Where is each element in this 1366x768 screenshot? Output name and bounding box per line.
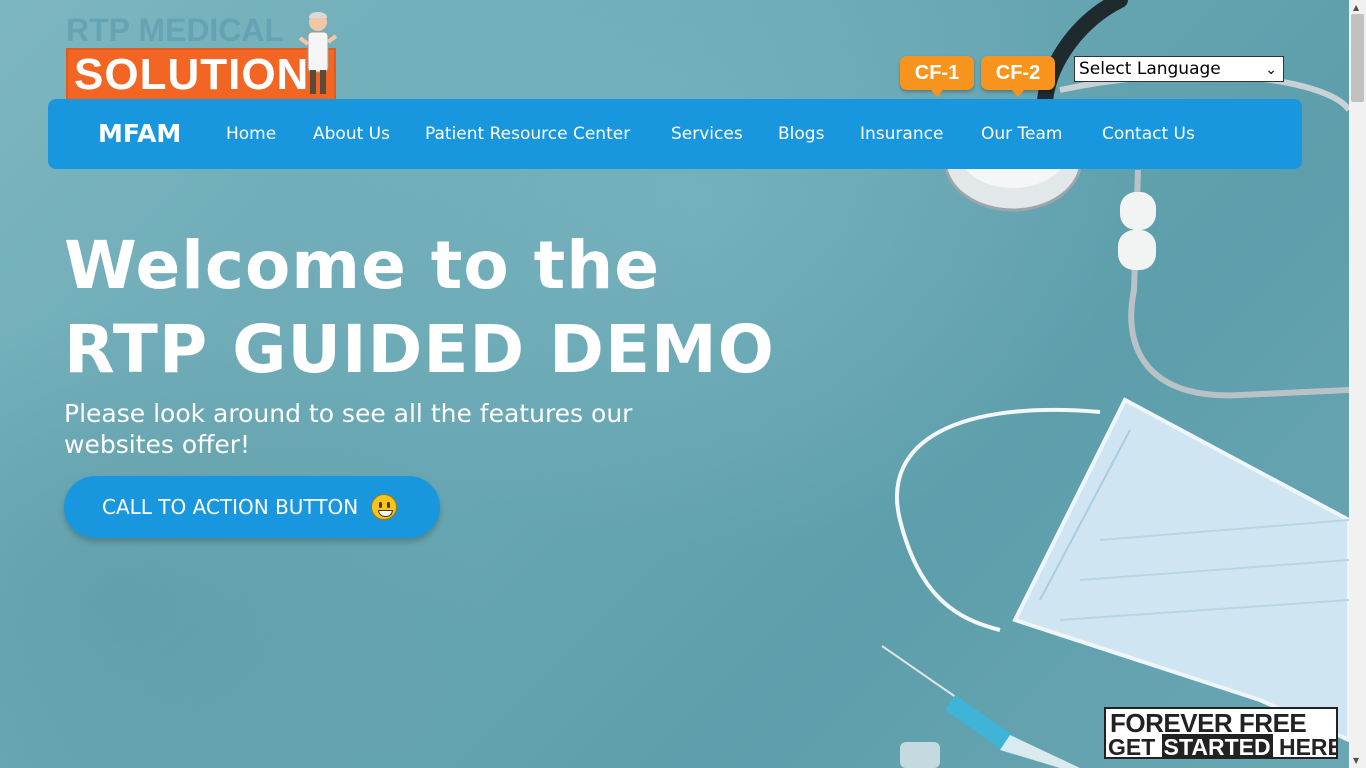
logo-top-text: RTP MEDICAL (66, 12, 285, 48)
promo-get: GET (1108, 734, 1156, 759)
nav-item-about-us[interactable]: About Us (313, 99, 390, 169)
page-scrollbar[interactable] (1349, 0, 1366, 768)
language-select[interactable]: Select Language ⌄ (1074, 56, 1284, 82)
hero-title-line2: RTP GUIDED DEMO (64, 311, 775, 388)
hero-title: Welcome to the RTP GUIDED DEMO (64, 224, 775, 392)
main-navbar: MFAM Home About Us Patient Resource Cent… (48, 99, 1302, 169)
nav-item-services[interactable]: Services (671, 99, 743, 169)
page-background: RTP MEDICAL SOLUTION CF-1 CF-2 Select La… (0, 0, 1349, 768)
promo-here: HERE (1278, 734, 1338, 759)
nav-item-contact-us[interactable]: Contact Us (1102, 99, 1195, 169)
promo-line1: FOREVER FREE (1110, 708, 1307, 738)
scroll-down-arrow-icon[interactable]: ▼ (1353, 756, 1359, 765)
cf2-badge[interactable]: CF-2 (981, 56, 1055, 97)
grinning-face-icon (370, 493, 397, 520)
nav-item-our-team[interactable]: Our Team (981, 99, 1062, 169)
logo-main-text: SOLUTION (74, 50, 310, 99)
cta-label: CALL TO ACTION BUTTON (102, 495, 359, 519)
chevron-down-icon: ⌄ (1265, 62, 1277, 78)
nav-item-blogs[interactable]: Blogs (778, 99, 824, 169)
nav-item-patient-resource-center[interactable]: Patient Resource Center (425, 99, 630, 169)
forever-free-banner[interactable]: FOREVER FREE GET STARTED HERE (1104, 707, 1338, 759)
site-logo[interactable]: RTP MEDICAL SOLUTION (66, 8, 338, 102)
doctor-mascot-icon (298, 12, 338, 94)
language-select-value: Select Language (1079, 59, 1221, 79)
hero-subtitle: Please look around to see all the featur… (64, 399, 633, 459)
nav-item-insurance[interactable]: Insurance (860, 99, 943, 169)
scroll-up-arrow-icon[interactable]: ▲ (1353, 3, 1359, 12)
scrollbar-thumb[interactable] (1351, 14, 1364, 102)
promo-line2: GET STARTED HERE (1108, 734, 1338, 759)
cf1-badge[interactable]: CF-1 (900, 56, 974, 97)
promo-started: STARTED (1161, 734, 1273, 759)
hero-title-line1: Welcome to the (64, 227, 660, 304)
nav-item-home[interactable]: Home (226, 99, 276, 169)
call-to-action-button[interactable]: CALL TO ACTION BUTTON (64, 476, 440, 538)
nav-brand[interactable]: MFAM (98, 99, 181, 169)
